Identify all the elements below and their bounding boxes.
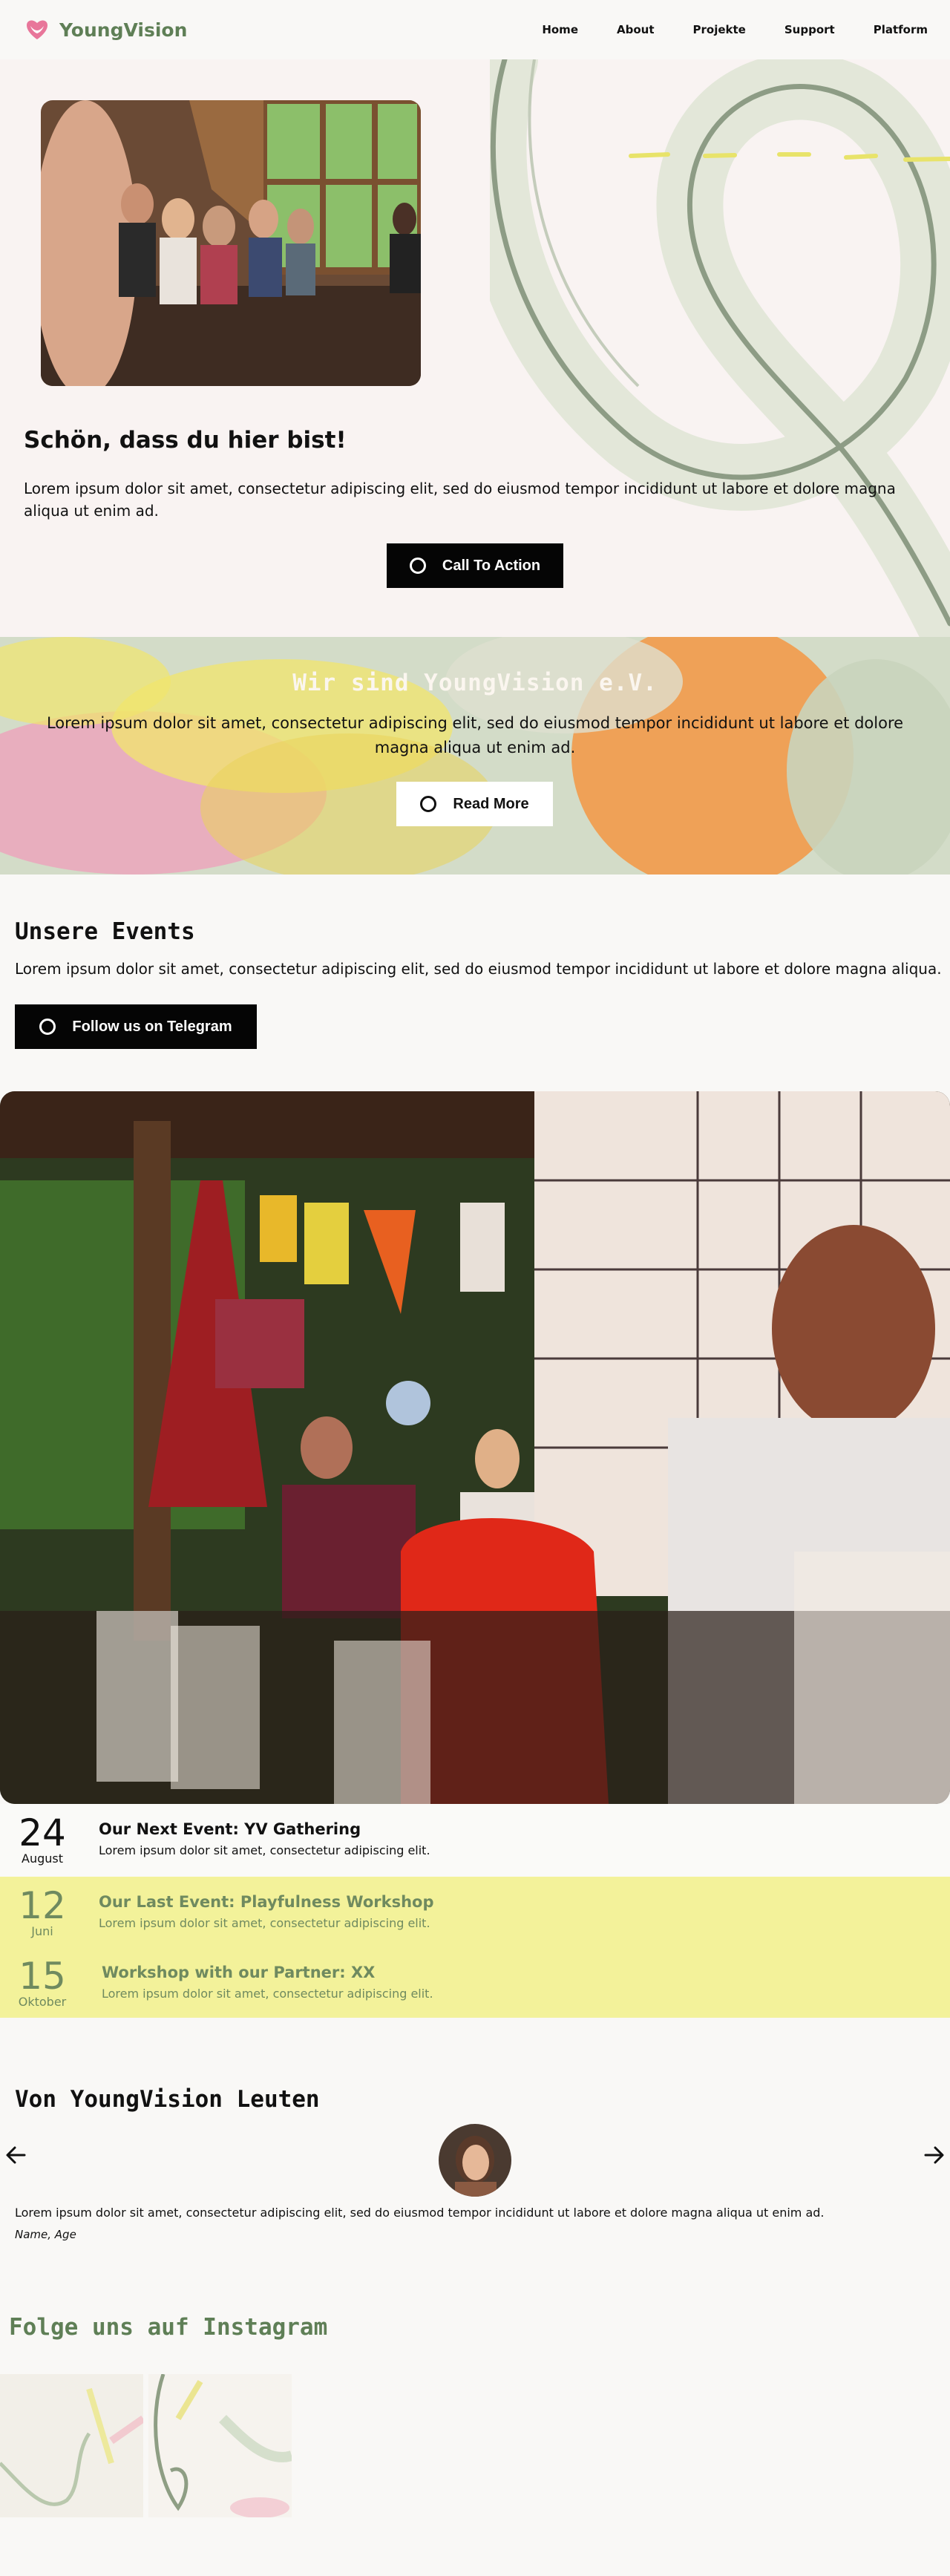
testimonial-quote: Lorem ipsum dolor sit amet, consectetur … <box>15 2206 825 2220</box>
telegram-label: Follow us on Telegram <box>72 1018 232 1035</box>
event-item[interactable]: 24 August Our Next Event: YV Gathering L… <box>0 1804 950 1877</box>
event-item[interactable]: 12 Juni Our Last Event: Playfulness Work… <box>0 1877 950 1947</box>
hero-title: Schön, dass du hier bist! <box>24 427 347 454</box>
site-header: YoungVision Home About Projekte Support … <box>0 0 950 59</box>
event-month: Juni <box>31 1924 53 1938</box>
events-text: Lorem ipsum dolor sit amet, consectetur … <box>15 960 942 978</box>
event-title: Workshop with our Partner: XX <box>102 1964 376 1981</box>
about-section: Wir sind YoungVision e.V. Lorem ipsum do… <box>0 637 950 875</box>
read-more-button[interactable]: Read More <box>396 782 553 826</box>
instagram-post[interactable] <box>0 2374 143 2517</box>
circle-icon <box>409 558 426 574</box>
event-title: Our Last Event: Playfulness Workshop <box>99 1893 434 1911</box>
nav-projekte[interactable]: Projekte <box>693 23 746 36</box>
about-text: Lorem ipsum dolor sit amet, consectetur … <box>46 714 904 756</box>
event-day: 15 <box>19 1955 66 1998</box>
main-nav: Home About Projekte Support Platform <box>542 23 928 36</box>
arrow-right-icon[interactable] <box>923 2144 946 2166</box>
brand[interactable]: YoungVision <box>22 15 187 45</box>
nav-support[interactable]: Support <box>784 23 835 36</box>
nav-platform[interactable]: Platform <box>874 23 928 36</box>
instagram-title: Folge uns auf Instagram <box>9 2314 328 2341</box>
avatar <box>439 2124 511 2197</box>
event-description: Lorem ipsum dolor sit amet, consectetur … <box>99 1916 430 1930</box>
event-title: Our Next Event: YV Gathering <box>99 1820 361 1838</box>
event-description: Lorem ipsum dolor sit amet, consectetur … <box>99 1843 430 1857</box>
nav-home[interactable]: Home <box>542 23 578 36</box>
nav-about[interactable]: About <box>617 23 655 36</box>
telegram-button[interactable]: Follow us on Telegram <box>15 1004 257 1049</box>
instagram-post[interactable] <box>148 2374 292 2517</box>
read-more-label: Read More <box>453 795 529 812</box>
event-item[interactable]: 15 Oktober Workshop with our Partner: XX… <box>0 1947 950 2018</box>
about-title: Wir sind YoungVision e.V. <box>292 670 658 696</box>
testimonials-title: Von YoungVision Leuten <box>15 2086 320 2113</box>
past-events-panel: 12 Juni Our Last Event: Playfulness Work… <box>0 1877 950 2018</box>
event-month: Oktober <box>18 1995 67 2009</box>
call-to-action-button[interactable]: Call To Action <box>387 543 563 588</box>
event-month: August <box>22 1851 63 1866</box>
circle-icon <box>420 796 437 812</box>
logo-heart-icon <box>27 20 48 39</box>
brand-name: YoungVision <box>59 19 188 41</box>
hero-group-photo <box>41 100 421 386</box>
hero-section: Schön, dass du hier bist! Lorem ipsum do… <box>0 59 950 637</box>
testimonial-author: Name, Age <box>15 2228 76 2241</box>
circle-icon <box>39 1019 56 1035</box>
event-day: 24 <box>19 1811 66 1854</box>
event-day: 12 <box>19 1884 66 1927</box>
hero-text: Lorem ipsum dolor sit amet, consectetur … <box>24 480 896 520</box>
arrow-left-icon[interactable] <box>4 2144 27 2166</box>
events-title: Unsere Events <box>15 918 195 945</box>
events-photo <box>0 1091 950 1804</box>
event-description: Lorem ipsum dolor sit amet, consectetur … <box>102 1987 433 2001</box>
call-to-action-label: Call To Action <box>442 557 541 574</box>
